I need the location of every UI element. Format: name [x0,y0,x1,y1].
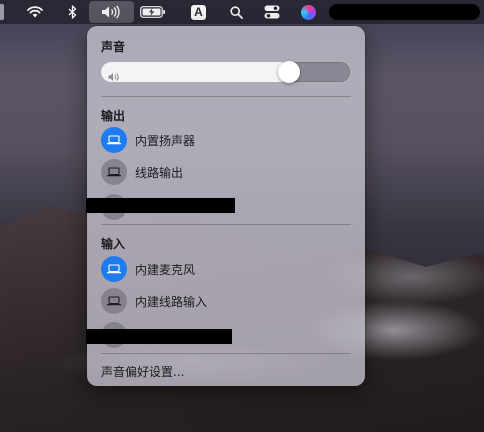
output-device-label: 线路输出 [135,165,184,180]
bluetooth-icon[interactable] [62,0,82,24]
siri-icon[interactable] [297,0,319,24]
battery-icon[interactable] [138,0,168,24]
input-device-builtin-mic[interactable]: 内建麦克风 [93,254,359,284]
laptop-icon [107,264,121,274]
volume-slider-fill [101,62,291,82]
control-center-icon[interactable] [262,0,282,24]
input-device-label: 内建麦克风 [135,262,196,277]
separator [101,224,351,225]
redaction-bar-input [86,329,232,344]
input-device-icon-circle [101,288,127,314]
wifi-icon[interactable] [24,0,46,24]
volume-slider-knob[interactable] [278,61,300,83]
sound-preferences-link[interactable]: 声音偏好设置... [101,363,184,380]
output-device-icon-circle [101,159,127,185]
output-device-builtin-speakers[interactable]: 内置扬声器 [93,125,359,155]
volume-slider[interactable] [101,61,350,83]
volume-icon[interactable] [89,1,134,23]
output-section-label: 输出 [101,109,126,123]
laptop-icon [107,296,121,306]
input-device-label: 内建线路输入 [135,294,208,309]
input-source-indicator[interactable]: A [189,0,208,24]
separator [101,96,351,97]
menu-bar: A [0,0,484,24]
output-device-line-out[interactable]: 线路输出 [93,157,359,187]
input-device-line-in[interactable]: 内建线路输入 [93,286,359,316]
output-device-icon-circle [101,127,127,153]
panel-title: 声音 [101,40,126,54]
redacted-clock [329,4,480,20]
menu-bar-edge [0,4,4,20]
input-source-letter: A [191,4,206,20]
laptop-icon [107,167,121,177]
input-device-icon-circle [101,256,127,282]
search-icon[interactable] [227,0,245,24]
output-device-label: 内置扬声器 [135,133,196,148]
input-section-label: 输入 [101,237,126,251]
speaker-small-icon [108,67,120,86]
siri-orb [300,4,316,20]
laptop-icon [107,135,121,145]
separator [101,353,351,354]
redaction-bar-output [86,198,235,213]
